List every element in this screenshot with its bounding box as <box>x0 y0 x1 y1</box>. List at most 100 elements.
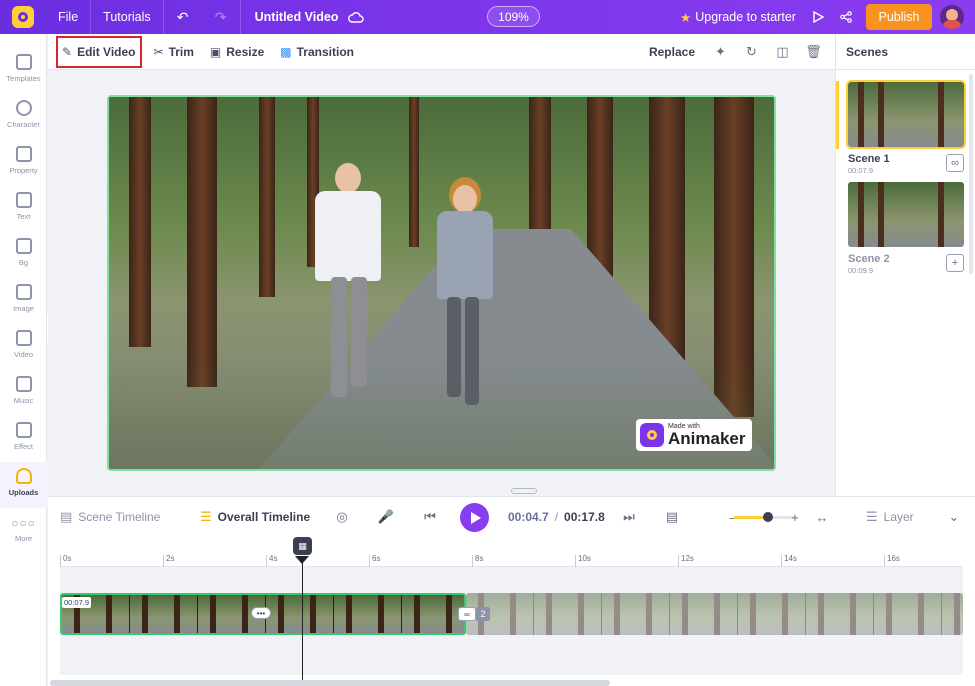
layer-toggle[interactable]: ☰ Layer <box>866 497 914 537</box>
sidebar-item-label: Text <box>16 212 31 221</box>
share-icon[interactable] <box>832 0 860 34</box>
edit-toolbar-right: Replace ✦ ↻ ◫ 🗑 <box>641 34 835 70</box>
zoom-level[interactable]: 109% <box>487 6 540 27</box>
chevron-down-icon[interactable]: ⌄ <box>944 507 964 527</box>
play-icon <box>471 511 481 524</box>
zoom-slider-knob[interactable] <box>763 512 774 522</box>
clip-options-icon[interactable]: ••• <box>251 607 271 619</box>
timeline-ruler: 0s 2s 4s 6s 8s 10s 12s 14s 16s <box>60 555 963 567</box>
redo-icon[interactable]: ↷ <box>202 0 240 34</box>
project-title[interactable]: Untitled Video <box>241 10 347 24</box>
time-separator: / <box>554 510 559 524</box>
scene-card-1[interactable]: Scene 1 00:07.9 ∞ <box>846 80 966 175</box>
sidebar-item-templates[interactable]: Templates <box>0 48 47 94</box>
scenes-scrollbar[interactable] <box>969 74 973 274</box>
file-menu[interactable]: File <box>46 0 90 34</box>
sidebar-item-bg[interactable]: Bg <box>0 232 47 278</box>
sidebar-item-label: Video <box>13 350 34 359</box>
ruler-tick: 16s <box>884 555 900 567</box>
preview-play-icon[interactable] <box>804 0 832 34</box>
total-time: 00:17.8 <box>564 510 605 524</box>
resize-label: Resize <box>226 44 265 59</box>
edit-video-label: Edit Video <box>77 44 136 59</box>
tab-scene-timeline[interactable]: ▤ Scene Timeline <box>60 497 160 537</box>
animaker-watermark: Made with Animaker <box>636 419 752 451</box>
transition-button[interactable]: ▩ Transition <box>272 34 362 70</box>
layers-icon: ☰ <box>866 509 878 524</box>
screen-capture-icon[interactable]: ◎ <box>332 507 352 527</box>
text-icon <box>15 192 32 208</box>
tutorials-menu[interactable]: Tutorials <box>91 0 162 34</box>
active-scene-indicator <box>836 81 839 149</box>
ruler-tick: 8s <box>472 555 483 567</box>
woman-runner <box>431 185 501 405</box>
skip-forward-icon[interactable]: ⏭ <box>619 507 639 527</box>
subtitle-icon[interactable]: ▤ <box>662 507 682 527</box>
transition-icon[interactable]: ∞ <box>946 154 964 172</box>
ruler-tick: 2s <box>163 555 174 567</box>
publish-button[interactable]: Publish <box>866 4 932 30</box>
more-icon: ○○○ <box>11 516 36 530</box>
sidebar-item-video[interactable]: Video <box>0 324 47 370</box>
left-sidebar: Templates Character Property Text Bg Ima… <box>0 34 47 686</box>
skip-back-icon[interactable]: ⏮ <box>420 507 440 527</box>
playhead-handle[interactable]: ▦ <box>293 537 312 555</box>
sidebar-item-text[interactable]: Text <box>0 186 47 232</box>
sidebar-item-label: Effect <box>13 442 34 451</box>
background-icon <box>15 238 32 254</box>
playhead-line <box>302 557 303 681</box>
ruler-tick: 6s <box>369 555 380 567</box>
timeline-zoom-slider[interactable] <box>734 512 796 522</box>
property-icon <box>15 146 32 162</box>
transition-icon[interactable]: ∞ <box>458 607 476 621</box>
templates-icon <box>15 54 32 70</box>
image-icon <box>15 284 32 300</box>
timeline-scrollbar[interactable] <box>50 680 610 686</box>
edit-toolbar: ✎ Edit Video ✂ Trim ▣ Resize ▩ Transition Re… <box>48 34 835 70</box>
upgrade-label: Upgrade to starter <box>695 10 796 24</box>
panel-resize-handle[interactable] <box>511 488 537 494</box>
trim-button[interactable]: ✂ Trim <box>146 34 202 70</box>
ruler-tick: 10s <box>575 555 591 567</box>
timecode: 00:04.7 / 00:17.8 <box>508 497 605 537</box>
sidebar-item-effect[interactable]: Effect <box>0 416 47 462</box>
microphone-icon[interactable]: 🎤 <box>376 507 396 527</box>
sidebar-item-character[interactable]: Character <box>0 94 47 140</box>
tab-label: Overall Timeline <box>217 510 311 524</box>
play-button[interactable] <box>460 503 489 532</box>
scene-card-2[interactable]: Scene 2 00:09.9 + <box>848 182 964 275</box>
rotate-icon[interactable]: ↻ <box>736 34 767 70</box>
undo-icon[interactable]: ↶ <box>164 0 202 34</box>
add-scene-icon[interactable]: + <box>946 254 964 272</box>
scissors-icon: ✂ <box>153 44 164 59</box>
scenes-panel: Scenes Scene 1 00:07.9 ∞ Scene 2 00:09.9… <box>835 34 975 496</box>
magic-icon[interactable]: ✦ <box>705 34 736 70</box>
zoom-in-icon[interactable]: + <box>790 507 800 527</box>
edit-video-button[interactable]: ✎ Edit Video <box>56 35 142 68</box>
video-canvas[interactable]: Made with Animaker <box>107 95 776 471</box>
logo-icon <box>12 6 34 28</box>
fit-width-icon[interactable]: ↔ <box>812 507 832 527</box>
delete-icon[interactable]: 🗑 <box>798 34 829 70</box>
flip-icon[interactable]: ◫ <box>767 34 798 70</box>
resize-button[interactable]: ▣ Resize <box>202 34 272 70</box>
scene-2-clip[interactable] <box>466 593 963 635</box>
pencil-icon: ✎ <box>62 44 73 59</box>
user-avatar[interactable] <box>940 5 964 29</box>
canvas-stage: Made with Animaker <box>48 70 835 496</box>
upgrade-link[interactable]: ★ Upgrade to starter <box>680 0 796 34</box>
sidebar-item-uploads[interactable]: Uploads <box>0 462 47 508</box>
sidebar-item-image[interactable]: Image <box>0 278 47 324</box>
tab-overall-timeline[interactable]: ☰ Overall Timeline <box>200 497 310 537</box>
ruler-tick: 12s <box>678 555 694 567</box>
sidebar-item-property[interactable]: Property <box>0 140 47 186</box>
animaker-logo[interactable] <box>0 0 46 34</box>
sidebar-item-more[interactable]: ○○○ More <box>0 508 47 554</box>
ruler-tick: 4s <box>266 555 277 567</box>
sidebar-item-music[interactable]: Music <box>0 370 47 416</box>
sidebar-item-label: Image <box>13 304 34 313</box>
timeline-panel: ▤ Scene Timeline ☰ Overall Timeline ◎ 🎤 … <box>48 496 975 686</box>
replace-button[interactable]: Replace <box>641 34 703 70</box>
sidebar-item-label: Bg <box>18 258 29 267</box>
ruler-tick: 14s <box>781 555 797 567</box>
